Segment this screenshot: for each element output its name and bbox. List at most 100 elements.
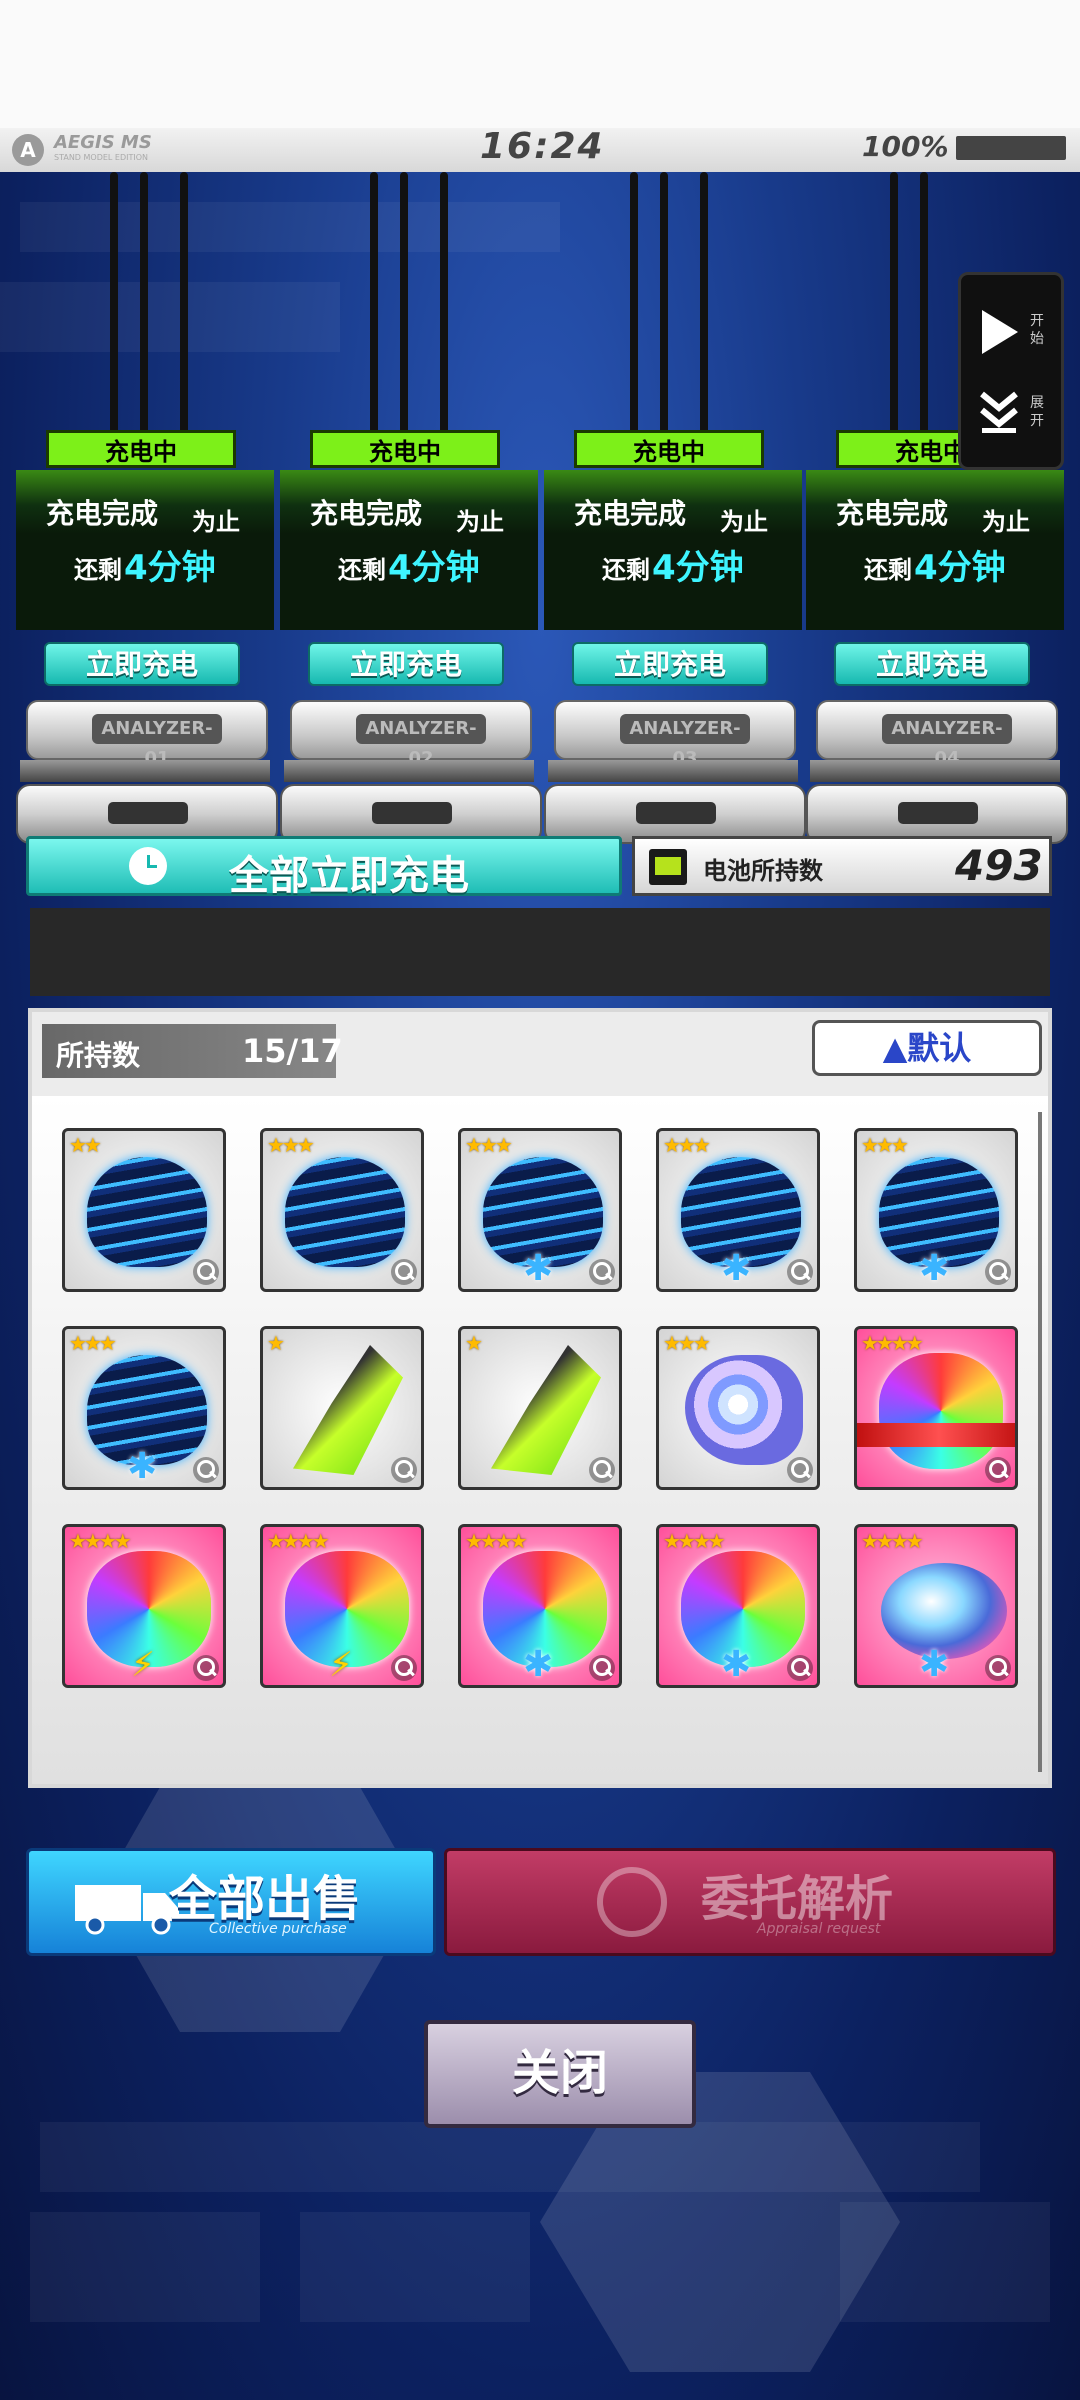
sell-all-label: 全部出售 — [169, 1871, 362, 1927]
magnifier-handle — [803, 1272, 811, 1281]
appraisal-ring-icon — [597, 1867, 667, 1937]
battery-item-icon — [649, 849, 687, 885]
magnifier-icon[interactable] — [985, 1259, 1011, 1285]
item-card[interactable]: ★★★ — [260, 1128, 424, 1292]
rarity-stars: ★★★★ — [663, 1529, 726, 1553]
item-card[interactable]: ★★★★ — [854, 1326, 1018, 1490]
logo-text: AEGIS MS — [54, 132, 152, 153]
charge-now-button[interactable]: 立即充电 — [308, 642, 504, 686]
magnifier-icon[interactable] — [787, 1259, 813, 1285]
until-label: 为止 — [720, 508, 768, 536]
held-count-box: 所持数 15/17 — [42, 1024, 343, 1078]
magnifier-icon[interactable] — [589, 1655, 615, 1681]
item-card[interactable]: ★★★ ✱ — [656, 1128, 820, 1292]
magnifier-icon[interactable] — [193, 1457, 219, 1483]
magnifier-icon[interactable] — [985, 1457, 1011, 1483]
item-card[interactable]: ★★★★ ✱ — [458, 1524, 622, 1688]
charge-now-button[interactable]: 立即充电 — [572, 642, 768, 686]
item-card[interactable]: ★★★ — [656, 1326, 820, 1490]
item-card[interactable]: ★★ — [62, 1128, 226, 1292]
magnifier-icon[interactable] — [787, 1457, 813, 1483]
item-card[interactable]: ★★★ ✱ — [854, 1128, 1018, 1292]
magnifier-icon[interactable] — [391, 1457, 417, 1483]
clock-hand — [147, 865, 157, 868]
sort-button[interactable]: ▲默认 — [812, 1020, 1042, 1076]
green-conch-shell-icon — [293, 1345, 403, 1475]
charge-now-button[interactable]: 立即充电 — [44, 642, 240, 686]
snowflake-icon: ✱ — [127, 1446, 158, 1487]
item-card[interactable]: ★ — [458, 1326, 622, 1490]
remaining-prefix: 还剩 — [338, 556, 386, 584]
remaining-prefix: 还剩 — [602, 556, 650, 584]
analyzer-slot-3: 充电中 充电完成 为止 还剩 4分钟 立即充电 ANALYZER-03 — [544, 270, 806, 930]
rarity-stars: ★★★ — [663, 1331, 711, 1355]
magnifier-handle — [407, 1272, 415, 1281]
lightning-icon: ⚡ — [329, 1645, 353, 1685]
magnifier-icon[interactable] — [391, 1259, 417, 1285]
sell-all-sublabel: Collective purchase — [209, 1921, 347, 1937]
analyzer-top-plate: ANALYZER-03 — [554, 700, 796, 769]
battery-stock-label: 电池所持数 — [703, 857, 823, 885]
battery-stock-box: 电池所持数 493 — [632, 836, 1052, 896]
play-icon[interactable] — [982, 310, 1018, 354]
charge-now-button[interactable]: 立即充电 — [834, 642, 1030, 686]
rarity-stars: ★★★ — [663, 1133, 711, 1157]
magnifier-handle — [605, 1668, 613, 1677]
item-card[interactable]: ★★★★ ✱ — [854, 1524, 1018, 1688]
inventory-scrollbar[interactable] — [1038, 1112, 1042, 1772]
rarity-stars: ★★★★ — [861, 1331, 924, 1355]
rarity-stars: ★ — [465, 1331, 483, 1355]
snowflake-icon: ✱ — [721, 1644, 752, 1685]
rarity-stars: ★★★ — [69, 1331, 117, 1355]
magnifier-icon[interactable] — [193, 1655, 219, 1681]
analyzer-plate-label: ANALYZER-01 — [92, 714, 222, 769]
item-card[interactable]: ★★★★ ⚡ — [62, 1524, 226, 1688]
analyzer-slot — [108, 802, 188, 824]
item-card[interactable]: ★★★ ✱ — [62, 1326, 226, 1490]
sell-all-button[interactable]: 全部出售 Collective purchase — [26, 1848, 436, 1956]
close-button[interactable]: 关闭 — [424, 2020, 696, 2128]
held-count: 15/17 — [242, 1032, 343, 1070]
bg-blur-panel — [30, 2212, 260, 2322]
analyzer-slot — [372, 802, 452, 824]
magnifier-icon[interactable] — [787, 1655, 813, 1681]
analyzer-mid — [810, 760, 1060, 782]
magnifier-icon[interactable] — [589, 1259, 615, 1285]
magnifier-icon[interactable] — [391, 1655, 417, 1681]
remaining-time: 4分钟 — [388, 548, 480, 588]
charge-all-button[interactable]: 全部立即充电 — [26, 836, 622, 899]
magnifier-handle — [209, 1272, 217, 1281]
snowflake-icon: ✱ — [523, 1644, 554, 1685]
green-conch-shell-icon — [491, 1345, 601, 1475]
magnifier-icon[interactable] — [589, 1457, 615, 1483]
bg-blur-panel — [300, 2212, 530, 2322]
bg-blur-panel — [20, 202, 560, 252]
magnifier-icon[interactable] — [985, 1655, 1011, 1681]
appraisal-sublabel: Appraisal request — [757, 1921, 881, 1937]
magnifier-handle — [407, 1668, 415, 1677]
magnifier-icon[interactable] — [193, 1259, 219, 1285]
rarity-stars: ★★★ — [861, 1133, 909, 1157]
magnifier-handle — [803, 1668, 811, 1677]
remaining-time: 4分钟 — [124, 548, 216, 588]
item-card[interactable]: ★ — [260, 1326, 424, 1490]
magnifier-handle — [605, 1272, 613, 1281]
top-blank-area — [0, 0, 1080, 128]
analyzer-plate-label: ANALYZER-04 — [882, 714, 1012, 769]
analyzer-base — [16, 784, 278, 844]
rarity-stars: ★★ — [69, 1133, 102, 1157]
appraisal-request-button[interactable]: 委托解析 Appraisal request — [444, 1848, 1056, 1956]
message-bar — [30, 908, 1050, 996]
battery-item-icon-inner — [655, 857, 681, 875]
chevron-down-icon[interactable] — [976, 388, 1022, 434]
analyzer-base — [806, 784, 1068, 844]
charge-done-label: 充电完成 — [836, 497, 949, 530]
battery-level-bar — [956, 136, 1066, 160]
item-card[interactable]: ★★★★ ✱ — [656, 1524, 820, 1688]
rarity-stars: ★★★ — [267, 1133, 315, 1157]
aegis-logo-icon: A — [12, 134, 44, 166]
item-card[interactable]: ★★★★ ⚡ — [260, 1524, 424, 1688]
battery-stock-count: 493 — [955, 841, 1043, 890]
held-label: 所持数 — [56, 1039, 141, 1072]
item-card[interactable]: ★★★ ✱ — [458, 1128, 622, 1292]
